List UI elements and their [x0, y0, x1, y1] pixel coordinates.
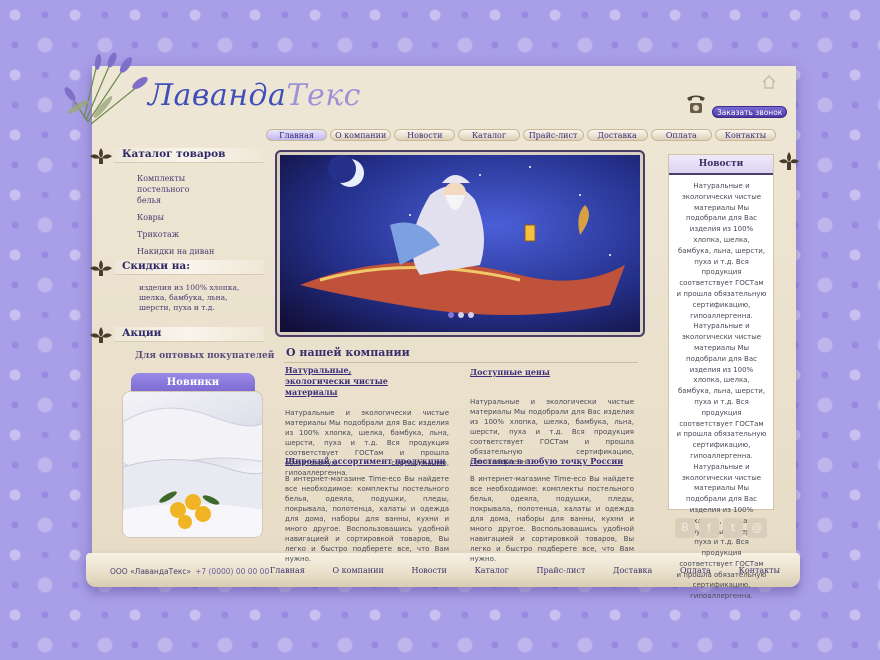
- promo-heading: Акции: [88, 325, 268, 343]
- fleur-de-lis-icon: [90, 148, 112, 164]
- about-block-body: В интернет-магазине Time-eco Вы найдете …: [470, 475, 634, 563]
- nav-item-about[interactable]: О компании: [330, 129, 392, 141]
- top-navigation: Главная О компании Новости Каталог Прайс…: [266, 129, 776, 141]
- callback-button[interactable]: Заказать звонок: [712, 106, 788, 118]
- logo-first: Лаванда: [148, 78, 287, 113]
- footer-nav-delivery[interactable]: Доставка: [613, 566, 652, 575]
- slider-dot-1[interactable]: [448, 312, 454, 318]
- about-block-prices: Доступные цены Натуральные и экологическ…: [470, 367, 634, 467]
- nav-item-payment[interactable]: Оплата: [650, 129, 712, 141]
- new-items-tab[interactable]: Новинки: [131, 373, 255, 393]
- discounts-text: изделия из 100% хлопка, шелка, бамбука, …: [139, 283, 240, 312]
- catalog-item-carpets[interactable]: Ковры: [137, 212, 267, 223]
- phone-icon: [687, 95, 705, 113]
- about-block-title[interactable]: Доступные цены: [470, 367, 634, 378]
- fleur-de-lis-icon: [90, 260, 112, 276]
- email-icon[interactable]: @: [747, 518, 767, 538]
- social-links: В f t @: [675, 518, 767, 538]
- twitter-icon[interactable]: t: [723, 518, 743, 538]
- catalog-list: Комплекты постельного белья Ковры Трикот…: [137, 173, 267, 263]
- about-divider: [284, 362, 638, 363]
- nav-item-home[interactable]: Главная: [266, 129, 328, 141]
- news-title: Новости: [669, 155, 773, 175]
- about-block-body: В интернет-магазине Time-eco Вы найдете …: [285, 475, 449, 563]
- slider-dot-2[interactable]: [458, 312, 464, 318]
- footer-company: ООО «ЛавандаТекс»: [110, 567, 192, 576]
- home-icon[interactable]: [762, 75, 776, 89]
- about-block-title[interactable]: Широкий ассортимент продукции: [285, 456, 449, 467]
- footer-navigation: Главная О компании Новости Каталог Прайс…: [270, 566, 780, 575]
- footer-nav-about[interactable]: О компании: [333, 566, 384, 575]
- about-block-assortment: Широкий ассортимент продукции В интернет…: [285, 456, 449, 564]
- footer-copyright: ООО «ЛавандаТекс» +7 (0000) 00 00 00: [110, 567, 269, 576]
- vk-icon[interactable]: В: [675, 518, 695, 538]
- footer-nav-home[interactable]: Главная: [270, 566, 305, 575]
- footer-nav-catalog[interactable]: Каталог: [475, 566, 509, 575]
- nav-item-catalog[interactable]: Каталог: [458, 129, 520, 141]
- news-panel: Новости Натуральные и экологически чисты…: [668, 154, 774, 600]
- about-block-delivery: Доставка в любую точку России В интернет…: [470, 456, 634, 564]
- slider-dot-3[interactable]: [468, 312, 474, 318]
- nav-item-news[interactable]: Новости: [394, 129, 456, 141]
- discounts-title: Скидки на:: [122, 260, 191, 272]
- catalog-heading: Каталог товаров: [88, 146, 268, 164]
- nav-item-delivery[interactable]: Доставка: [586, 129, 648, 141]
- slider-dots: [448, 312, 474, 318]
- catalog-item-knitwear[interactable]: Трикотаж: [137, 229, 267, 240]
- pillows-illustration: [123, 407, 262, 537]
- lavender-decoration: [64, 52, 148, 125]
- catalog-title: Каталог товаров: [122, 148, 226, 160]
- footer-nav-contacts[interactable]: Контакты: [739, 566, 780, 575]
- promo-title: Акции: [122, 327, 162, 339]
- about-block-title[interactable]: Доставка в любую точку России: [470, 456, 634, 467]
- facebook-icon[interactable]: f: [699, 518, 719, 538]
- footer-nav-news[interactable]: Новости: [412, 566, 447, 575]
- about-title: О нашей компании: [286, 346, 410, 359]
- hero-illustration: [280, 155, 640, 332]
- footer-nav-payment[interactable]: Оплата: [680, 566, 711, 575]
- footer-nav-pricelist[interactable]: Прайс-лист: [537, 566, 586, 575]
- nav-item-pricelist[interactable]: Прайс-лист: [522, 129, 584, 141]
- site-logo[interactable]: ЛавандаТекс: [148, 78, 361, 113]
- catalog-item-bedding[interactable]: Комплекты постельного белья: [137, 173, 215, 206]
- hero-slider[interactable]: [277, 152, 643, 335]
- nav-item-contacts[interactable]: Контакты: [714, 129, 776, 141]
- logo-second: Текс: [286, 78, 361, 113]
- news-body: Натуральные и экологически чистые матери…: [676, 182, 767, 601]
- discounts-heading: Скидки на:: [88, 258, 268, 276]
- about-block-title[interactable]: Натуральные, экологически чистые материа…: [285, 365, 415, 398]
- footer-phone: +7 (0000) 00 00 00: [195, 567, 270, 576]
- new-item-image[interactable]: [122, 391, 263, 538]
- catalog-item-covers[interactable]: Накидки на диван: [137, 246, 267, 257]
- fleur-de-lis-icon: [779, 152, 799, 170]
- wholesale-link[interactable]: Для оптовых покупателей: [135, 351, 274, 361]
- fleur-de-lis-icon: [90, 327, 112, 343]
